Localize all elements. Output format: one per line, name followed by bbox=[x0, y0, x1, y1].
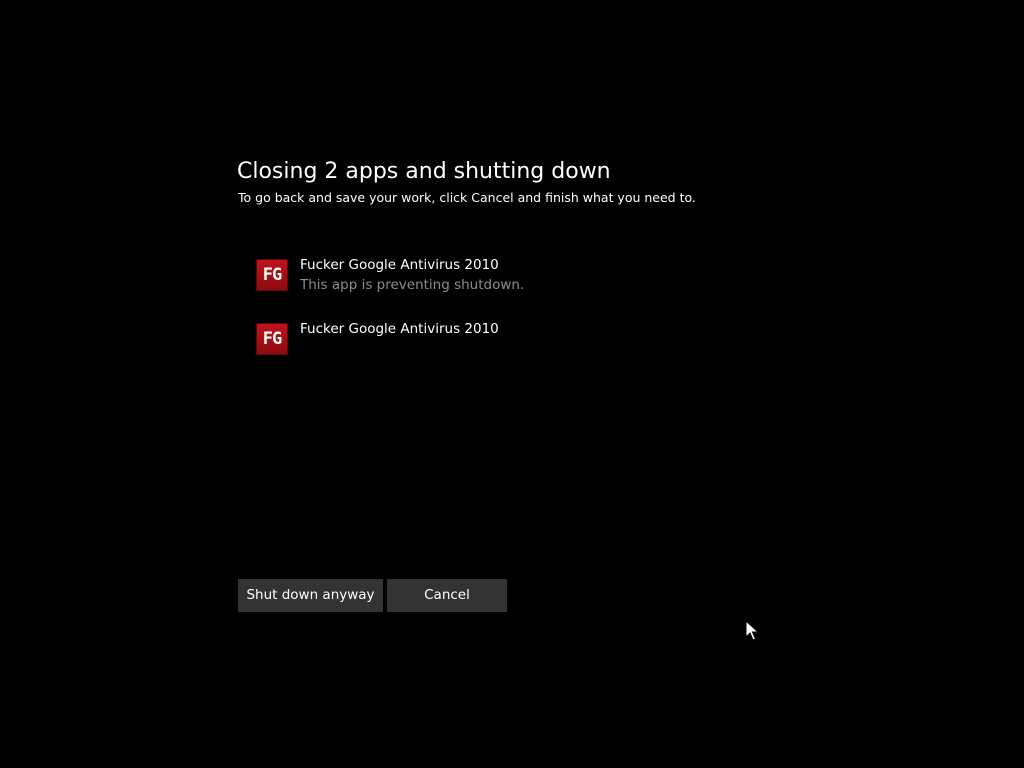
list-item: FG Fucker Google Antivirus 2010 bbox=[256, 321, 676, 361]
app-fg-icon: FG bbox=[256, 259, 288, 291]
app-name: Fucker Google Antivirus 2010 bbox=[300, 257, 499, 273]
shutdown-screen: Closing 2 apps and shutting down To go b… bbox=[0, 0, 1024, 768]
mouse-pointer-icon bbox=[745, 620, 759, 641]
app-icon-text: FG bbox=[262, 265, 282, 285]
page-title: Closing 2 apps and shutting down bbox=[237, 159, 611, 184]
shut-down-anyway-button[interactable]: Shut down anyway bbox=[238, 579, 383, 612]
cancel-button[interactable]: Cancel bbox=[387, 579, 507, 612]
app-icon-text: FG bbox=[262, 329, 282, 349]
page-subtitle: To go back and save your work, click Can… bbox=[238, 190, 696, 205]
app-fg-icon: FG bbox=[256, 323, 288, 355]
app-status: This app is preventing shutdown. bbox=[300, 277, 525, 293]
app-name: Fucker Google Antivirus 2010 bbox=[300, 321, 499, 337]
list-item: FG Fucker Google Antivirus 2010 This app… bbox=[256, 257, 676, 297]
